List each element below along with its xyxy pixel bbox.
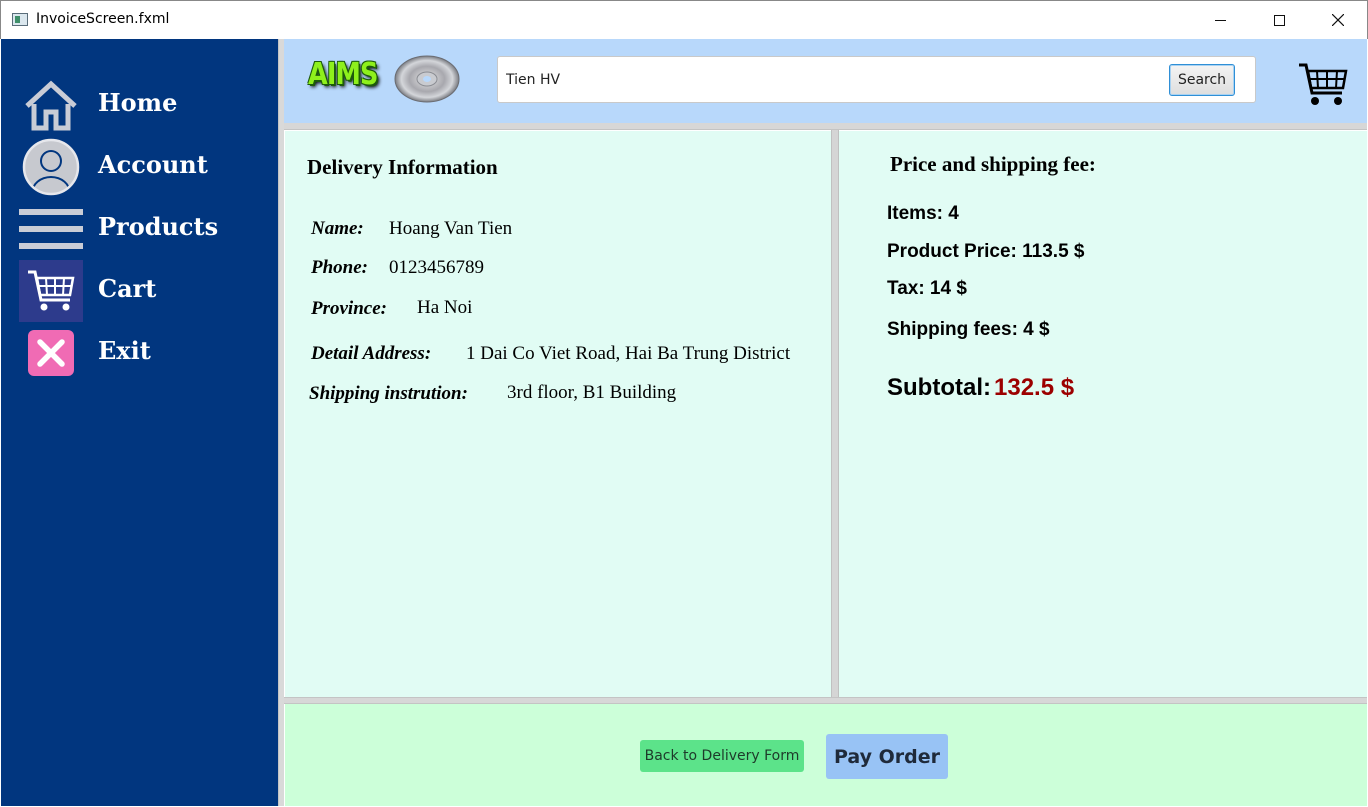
sidebar-item-home[interactable]: Home [1, 74, 278, 136]
close-icon [1332, 14, 1344, 26]
sidebar-divider[interactable] [278, 39, 284, 806]
delivery-title: Delivery Information [307, 155, 498, 179]
subtotal-label: Subtotal: [887, 374, 991, 401]
account-icon [19, 136, 83, 198]
home-icon [19, 74, 83, 136]
close-icon [19, 322, 83, 384]
cart-icon [19, 260, 83, 322]
price-panel: Price and shipping fee: Items: 4 Product… [839, 131, 1367, 697]
address-label: Detail Address: [311, 343, 432, 364]
shipping-instruction-label: Shipping instrution: [309, 383, 468, 404]
phone-label: Phone: [311, 257, 368, 278]
search-button[interactable]: Search [1169, 64, 1235, 96]
sidebar-item-exit[interactable]: Exit [1, 322, 278, 384]
pay-order-button[interactable]: Pay Order [826, 734, 948, 779]
menu-icon [19, 198, 83, 260]
sidebar-item-label: Home [98, 88, 178, 117]
address-value: 1 Dai Co Viet Road, Hai Ba Trung Distric… [466, 343, 791, 364]
tax: Tax: 14 $ [887, 278, 967, 299]
disc-icon [394, 55, 460, 103]
price-title: Price and shipping fee: [890, 152, 1096, 176]
province-value: Ha Noi [417, 297, 473, 318]
sidebar-item-cart[interactable]: Cart [1, 260, 278, 322]
footer: Back to Delivery Form Pay Order [285, 704, 1367, 806]
province-label: Province: [311, 298, 387, 319]
product-price: Product Price: 113.5 $ [887, 241, 1085, 262]
subtotal-value: 132.5 $ [994, 374, 1075, 401]
maximize-button[interactable] [1250, 1, 1308, 39]
shipping-instruction-value: 3rd floor, B1 Building [507, 382, 677, 403]
items-count: Items: 4 [887, 203, 959, 224]
sidebar-item-label: Exit [98, 336, 151, 365]
shipping-fees: Shipping fees: 4 $ [887, 319, 1050, 340]
app-icon [12, 13, 28, 26]
aims-logo: AIMS [308, 57, 378, 92]
close-window-button[interactable] [1309, 1, 1367, 39]
footer-divider[interactable] [284, 697, 1367, 704]
sidebar-item-label: Cart [98, 274, 157, 303]
minimize-icon [1214, 19, 1226, 21]
header-divider[interactable] [284, 123, 1367, 130]
panel-divider[interactable] [831, 130, 839, 698]
name-label: Name: [311, 218, 364, 239]
cart-icon[interactable] [1298, 61, 1348, 107]
sidebar-item-label: Products [98, 212, 219, 241]
delivery-info-panel: Delivery Information Name: Hoang Van Tie… [285, 131, 831, 697]
window-titlebar: InvoiceScreen.fxml [0, 0, 1368, 39]
search-input[interactable] [506, 69, 1156, 91]
sidebar-item-account[interactable]: Account [1, 136, 278, 198]
sidebar-item-label: Account [98, 150, 208, 179]
minimize-button[interactable] [1191, 1, 1249, 39]
back-to-delivery-button[interactable]: Back to Delivery Form [640, 740, 804, 772]
search-bar: Search [497, 56, 1256, 103]
window-title: InvoiceScreen.fxml [36, 11, 170, 27]
sidebar-item-products[interactable]: Products [1, 198, 278, 260]
phone-value: 0123456789 [389, 257, 484, 278]
maximize-icon [1273, 14, 1285, 26]
header: AIMS Search [284, 39, 1367, 123]
name-value: Hoang Van Tien [389, 218, 513, 239]
sidebar: Home Account Products Cart Exit [1, 39, 278, 806]
